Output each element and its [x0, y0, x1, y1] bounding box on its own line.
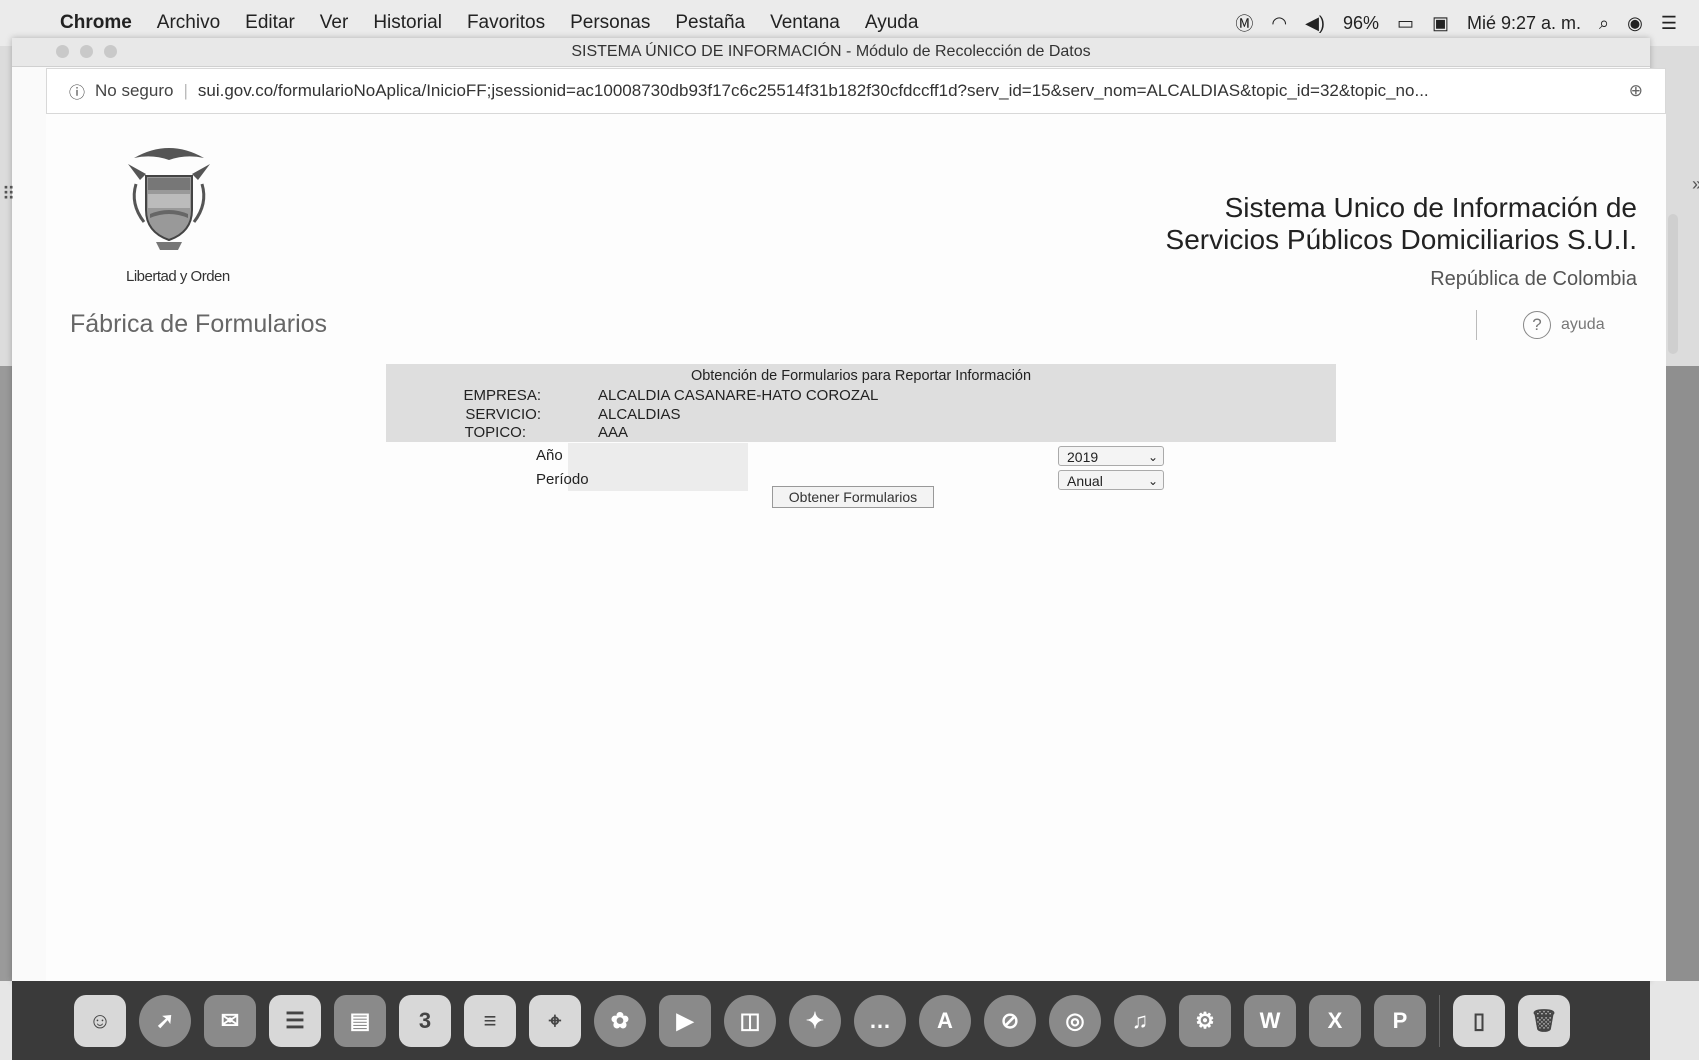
menu-ventana[interactable]: Ventana: [770, 12, 840, 34]
messages-icon[interactable]: …: [854, 994, 906, 1047]
calendar-day: 3: [418, 1007, 432, 1033]
republica-text: República de Colombia: [1430, 268, 1637, 290]
apps-grid-icon[interactable]: ⠿: [2, 184, 15, 205]
menu-pestana[interactable]: Pestaña: [675, 12, 745, 34]
app-store-icon[interactable]: A: [919, 994, 971, 1047]
page-content: ⠿ » Libertad y Orden Fábrica de Formular…: [2, 114, 1699, 981]
menu-ayuda[interactable]: Ayuda: [865, 12, 919, 34]
motto-text: Libertad y Orden: [126, 268, 230, 285]
section-title: Fábrica de Formularios: [70, 310, 328, 338]
topico-value: AAA: [598, 424, 629, 441]
coat-of-arms-logo: [128, 148, 210, 250]
window-title: SISTEMA ÚNICO DE INFORMACIÓN - Módulo de…: [571, 43, 1091, 60]
excel-letter: X: [1327, 1007, 1343, 1033]
excel-icon[interactable]: X: [1309, 994, 1361, 1047]
macos-dock: ☺ ➚ ✉ ☰ ▤ 3 ≡ ⌖ ✿ ▶ ◫ ✦ … A ⊘ ◎ ♫ ⚙ W X …: [12, 981, 1650, 1060]
address-separator: |: [183, 81, 188, 100]
menu-archivo[interactable]: Archivo: [157, 12, 220, 34]
window-titlebar[interactable]: SISTEMA ÚNICO DE INFORMACIÓN - Módulo de…: [12, 38, 1650, 67]
chevron-down-icon: ⌄: [1147, 450, 1158, 464]
anio-label: Año: [536, 447, 563, 464]
topico-label: TOPICO:: [464, 424, 526, 441]
user-icon[interactable]: ◉: [1627, 13, 1643, 34]
servicio-label: SERVICIO:: [465, 406, 541, 423]
volume-icon[interactable]: ◀): [1305, 13, 1325, 34]
traffic-lights: [56, 45, 117, 58]
mail-stamp-icon[interactable]: ✉: [204, 994, 256, 1047]
browser-window: SISTEMA ÚNICO DE INFORMACIÓN - Módulo de…: [2, 38, 1699, 981]
spotlight-search-icon[interactable]: ⌕: [1599, 13, 1609, 34]
menu-chrome[interactable]: Chrome: [60, 12, 132, 34]
ayuda-link[interactable]: ? ayuda: [1476, 310, 1605, 340]
zoom-window-button[interactable]: [104, 45, 117, 58]
obtener-formularios-button[interactable]: Obtener Formularios: [772, 486, 934, 508]
periodo-select-value: Anual: [1067, 473, 1103, 489]
menu-editar[interactable]: Editar: [245, 12, 295, 34]
help-icon[interactable]: ?: [1523, 311, 1551, 339]
chevron-down-icon: ⌄: [1147, 474, 1158, 488]
word-letter: W: [1259, 1007, 1281, 1033]
menu-historial[interactable]: Historial: [373, 12, 442, 34]
sui-title: Sistema Unico de Información de Servicio…: [1166, 192, 1637, 256]
notification-center-icon[interactable]: ☰: [1661, 13, 1677, 34]
books-icon[interactable]: ◫: [724, 994, 776, 1047]
wifi-icon[interactable]: ◠: [1271, 13, 1287, 34]
url-text[interactable]: sui.gov.co/formularioNoAplica/InicioFF;j…: [198, 81, 1578, 101]
menu-personas[interactable]: Personas: [570, 12, 650, 34]
minimize-window-button[interactable]: [80, 45, 93, 58]
ayuda-divider: [1476, 310, 1477, 340]
form-gray-cell: [568, 443, 748, 491]
safari-icon[interactable]: ⊘: [984, 994, 1036, 1047]
battery-icon[interactable]: ▭: [1397, 13, 1414, 34]
reminders-icon[interactable]: ☰: [269, 994, 321, 1047]
calendar-icon[interactable]: 3: [399, 994, 451, 1047]
malwarebytes-icon[interactable]: Ⓜ: [1235, 10, 1253, 36]
system-preferences-icon[interactable]: ⚙: [1179, 994, 1231, 1047]
maps-icon[interactable]: ⌖: [529, 994, 581, 1047]
page-scrollbar[interactable]: [1668, 214, 1678, 354]
trash-icon[interactable]: 🗑: [1518, 994, 1570, 1047]
document-icon[interactable]: ▯: [1453, 994, 1505, 1047]
dock-separator: [1439, 994, 1440, 1047]
security-label[interactable]: No seguro: [95, 81, 173, 101]
menu-favoritos[interactable]: Favoritos: [467, 12, 545, 34]
periodo-label: Período: [536, 471, 589, 488]
music-icon[interactable]: ♫: [1114, 994, 1166, 1047]
empresa-value: ALCALDIA CASANARE-HATO COROZAL: [598, 387, 879, 404]
address-bar[interactable]: ⓘ No seguro | sui.gov.co/formularioNoApl…: [46, 68, 1666, 114]
powerpoint-icon[interactable]: P: [1374, 994, 1426, 1047]
info-icon[interactable]: ⓘ: [69, 79, 85, 103]
form-info-box: Obtención de Formularios para Reportar I…: [386, 364, 1336, 442]
notes-icon[interactable]: ≡: [464, 994, 516, 1047]
ppt-letter: P: [1392, 1007, 1408, 1033]
notes-folder-icon[interactable]: ▤: [334, 994, 386, 1047]
zoom-icon[interactable]: ⊕: [1629, 81, 1643, 101]
clock[interactable]: Mié 9:27 a. m.: [1467, 13, 1581, 34]
ayuda-label[interactable]: ayuda: [1561, 316, 1605, 334]
empresa-label: EMPRESA:: [463, 387, 541, 404]
display-icon[interactable]: ▣: [1432, 13, 1449, 34]
form-title: Obtención de Formularios para Reportar I…: [690, 368, 1032, 384]
finder-icon[interactable]: ☺: [74, 994, 126, 1047]
launchpad-icon[interactable]: ➚: [139, 994, 191, 1047]
periodo-select[interactable]: Anual ⌄: [1058, 470, 1164, 490]
bookmarks-overflow-icon[interactable]: »: [1692, 174, 1699, 195]
word-icon[interactable]: W: [1244, 994, 1296, 1047]
sui-title-line2: Servicios Públicos Domiciliarios S.U.I.: [1165, 224, 1637, 255]
servicio-value: ALCALDIAS: [598, 406, 681, 423]
photos-icon[interactable]: ✿: [594, 994, 646, 1047]
anio-select[interactable]: 2019 ⌄: [1058, 446, 1164, 466]
sui-title-line1: Sistema Unico de Información de: [1224, 192, 1637, 223]
facetime-icon[interactable]: ▶: [659, 994, 711, 1047]
safari-compass-icon[interactable]: ✦: [789, 994, 841, 1047]
battery-percent[interactable]: 96%: [1343, 13, 1379, 34]
anio-select-value: 2019: [1067, 449, 1099, 465]
chrome-icon[interactable]: ◎: [1049, 994, 1101, 1047]
menu-ver[interactable]: Ver: [320, 12, 349, 34]
close-window-button[interactable]: [56, 45, 69, 58]
